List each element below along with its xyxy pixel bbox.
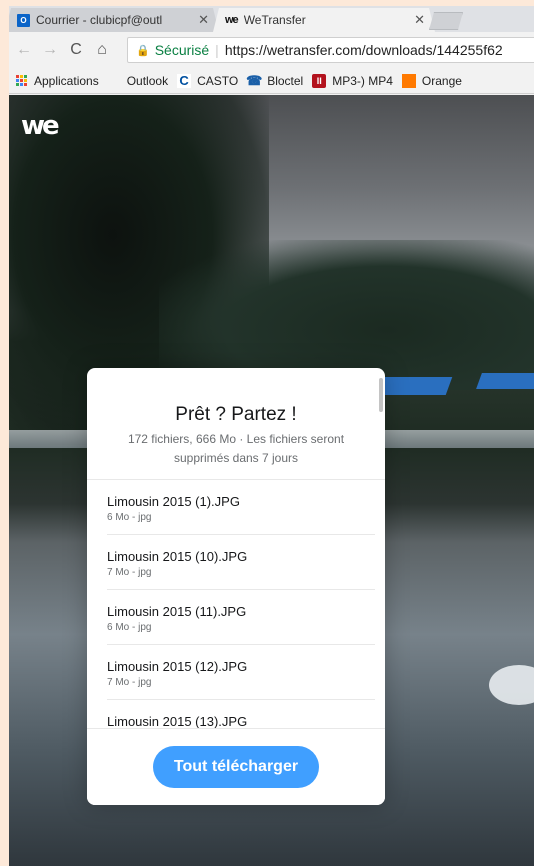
list-item[interactable]: Limousin 2015 (11).JPG 6 Mo - jpg [107,590,375,645]
home-icon[interactable]: ⌂ [89,41,115,59]
file-list[interactable]: Limousin 2015 (1).JPG 6 Mo - jpg Limousi… [87,480,385,728]
file-meta: 7 Mo - jpg [107,567,152,578]
bookmark-orange[interactable]: Orange [401,73,462,88]
download-panel: Prêt ? Partez ! 172 fichiers, 666 Mo · L… [87,368,385,805]
secure-label: Sécurisé [154,42,210,58]
forward-arrow-icon[interactable]: → [37,41,63,59]
close-icon[interactable]: ✕ [414,12,425,28]
outlook-icon: O [17,13,30,27]
file-meta: 7 Mo - jpg [107,677,152,688]
wetransfer-logo[interactable]: we [21,113,60,139]
url-divider: | [215,42,219,58]
bookmark-label: Applications [34,73,99,88]
mp3-icon: II [312,73,327,88]
lock-icon: 🔒 [136,44,150,57]
address-bar[interactable]: 🔒 Sécurisé | https://wetransfer.com/down… [127,37,534,63]
phone-icon: ☎ [246,72,263,88]
bookmark-outlook[interactable]: Outlook [108,74,168,88]
wetransfer-icon: we [225,14,239,26]
bookmark-mp3[interactable]: II MP3-) MP4 [312,73,393,88]
page-viewport: we Prêt ? Partez ! 172 fichiers, 666 Mo … [9,95,534,866]
tab-strip: O Courrier - clubicpf@outl ✕ we WeTransf… [9,6,534,32]
file-name: Limousin 2015 (12).JPG [107,659,248,674]
panel-header: Prêt ? Partez ! 172 fichiers, 666 Mo · L… [87,368,385,480]
bookmark-label: Orange [421,73,462,88]
tab-outlook[interactable]: O Courrier - clubicpf@outl ✕ [9,8,219,32]
tab-title: WeTransfer [243,13,306,27]
panel-footer: Tout télécharger [87,728,385,805]
list-item[interactable]: Limousin 2015 (10).JPG 7 Mo - jpg [107,535,375,590]
windows-icon [108,74,121,87]
background-photo-roof [375,377,453,395]
new-tab-button[interactable] [429,12,463,30]
casto-icon: C [177,73,192,88]
file-name: Limousin 2015 (13).JPG [107,714,248,728]
file-meta: 6 Mo - jpg [107,512,152,523]
back-arrow-icon[interactable]: ← [11,41,37,59]
bookmark-casto[interactable]: C CASTO [177,73,239,88]
tab-wetransfer[interactable]: we WeTransfer ✕ [213,8,435,32]
bookmarks-bar: Applications Outlook C CASTO ☎ Bloctel I… [9,68,534,94]
bookmark-label: Bloctel [267,73,304,88]
browser-toolbar: ← → C ⌂ 🔒 Sécurisé | https://wetransfer.… [9,32,534,68]
bookmark-label: Outlook [126,73,169,88]
file-name: Limousin 2015 (10).JPG [107,549,248,564]
apps-grid-icon [14,74,28,88]
list-item[interactable]: Limousin 2015 (12).JPG 7 Mo - jpg [107,645,375,700]
bookmark-applications[interactable]: Applications [14,74,99,88]
background-photo-roof [476,373,534,389]
bookmark-label: MP3-) MP4 [332,73,393,88]
list-item[interactable]: Limousin 2015 (1).JPG 6 Mo - jpg [107,480,375,535]
download-all-button[interactable]: Tout télécharger [153,746,319,788]
bookmark-bloctel[interactable]: ☎ Bloctel [246,72,304,88]
scrollbar[interactable] [379,378,383,412]
panel-subtitle: 172 fichiers, 666 Mo · Les fichiers sero… [127,432,345,465]
reload-icon[interactable]: C [63,41,89,59]
close-icon[interactable]: ✕ [198,12,209,28]
panel-title: Prêt ? Partez ! [175,404,297,425]
file-name: Limousin 2015 (1).JPG [107,494,240,509]
orange-icon [401,73,416,88]
file-name: Limousin 2015 (11).JPG [107,604,247,619]
browser-window: O Courrier - clubicpf@outl ✕ we WeTransf… [9,6,534,866]
bookmark-label: CASTO [197,73,239,88]
url-text: https://wetransfer.com/downloads/144255f… [224,42,503,58]
file-meta: 6 Mo - jpg [107,622,152,633]
list-item[interactable]: Limousin 2015 (13).JPG [107,700,375,728]
tab-title: Courrier - clubicpf@outl [36,13,163,27]
